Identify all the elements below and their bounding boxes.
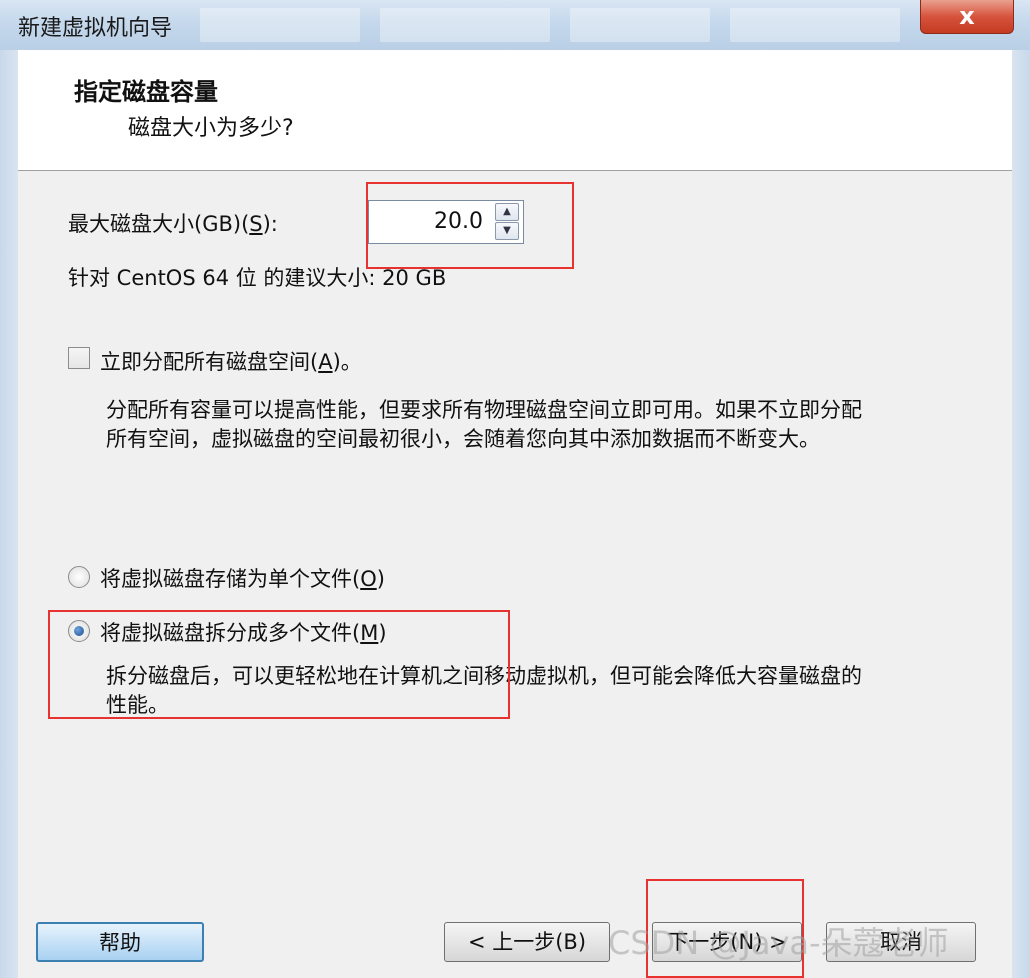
title-bar-glass bbox=[200, 8, 360, 42]
wizard-header: 指定磁盘容量 磁盘大小为多少? bbox=[18, 50, 1012, 171]
page-subtitle: 磁盘大小为多少? bbox=[128, 116, 294, 141]
title-bar-glass bbox=[570, 8, 710, 42]
help-button[interactable]: 帮助 bbox=[36, 922, 204, 962]
single-file-radio[interactable] bbox=[68, 566, 90, 588]
window-title: 新建虚拟机向导 bbox=[18, 16, 173, 41]
close-icon: x bbox=[959, 2, 975, 30]
watermark-text: CSDN @Java-朵蔻老师 bbox=[608, 924, 949, 962]
single-file-label-end: ) bbox=[376, 567, 385, 591]
page-title: 指定磁盘容量 bbox=[74, 78, 218, 106]
allocate-desc-line: 分配所有容量可以提高性能，但要求所有物理磁盘空间立即可用。如果不立即分配 bbox=[106, 398, 862, 422]
disk-size-label: 最大磁盘大小(GB)(S): bbox=[68, 208, 278, 238]
allocate-label-end: )。 bbox=[332, 350, 362, 374]
allocate-accesskey: A bbox=[318, 350, 333, 374]
disk-size-accesskey: S bbox=[249, 212, 263, 236]
allocate-all-label[interactable]: 立即分配所有磁盘空间(A)。 bbox=[100, 346, 362, 376]
single-file-label[interactable]: 将虚拟磁盘存储为单个文件(O) bbox=[100, 563, 385, 593]
disk-size-label-end: ): bbox=[262, 212, 278, 236]
window-frame-right bbox=[1012, 50, 1030, 978]
highlight-box-disk-size bbox=[366, 182, 574, 269]
disk-size-label-text: 最大磁盘大小(GB)( bbox=[68, 212, 250, 236]
allocate-all-checkbox[interactable] bbox=[68, 347, 90, 369]
window-frame-left bbox=[0, 50, 18, 978]
new-vm-wizard-window: 新建虚拟机向导 x 指定磁盘容量 磁盘大小为多少? 最大磁盘大小(GB)(S):… bbox=[0, 0, 1030, 978]
single-file-label-text: 将虚拟磁盘存储为单个文件( bbox=[100, 567, 361, 591]
title-bar-glass bbox=[730, 8, 900, 42]
back-button[interactable]: < 上一步(B) bbox=[444, 922, 610, 962]
title-bar: 新建虚拟机向导 x bbox=[0, 0, 1030, 51]
highlight-box-split-option bbox=[48, 610, 510, 719]
allocate-description: 分配所有容量可以提高性能，但要求所有物理磁盘空间立即可用。如果不立即分配 所有空… bbox=[106, 396, 862, 454]
close-button[interactable]: x bbox=[920, 0, 1014, 34]
allocate-label-text: 立即分配所有磁盘空间( bbox=[100, 350, 319, 374]
allocate-desc-line: 所有空间，虚拟磁盘的空间最初很小，会随着您向其中添加数据而不断变大。 bbox=[106, 427, 820, 451]
single-file-accesskey: O bbox=[360, 567, 377, 591]
title-bar-glass bbox=[380, 8, 550, 42]
